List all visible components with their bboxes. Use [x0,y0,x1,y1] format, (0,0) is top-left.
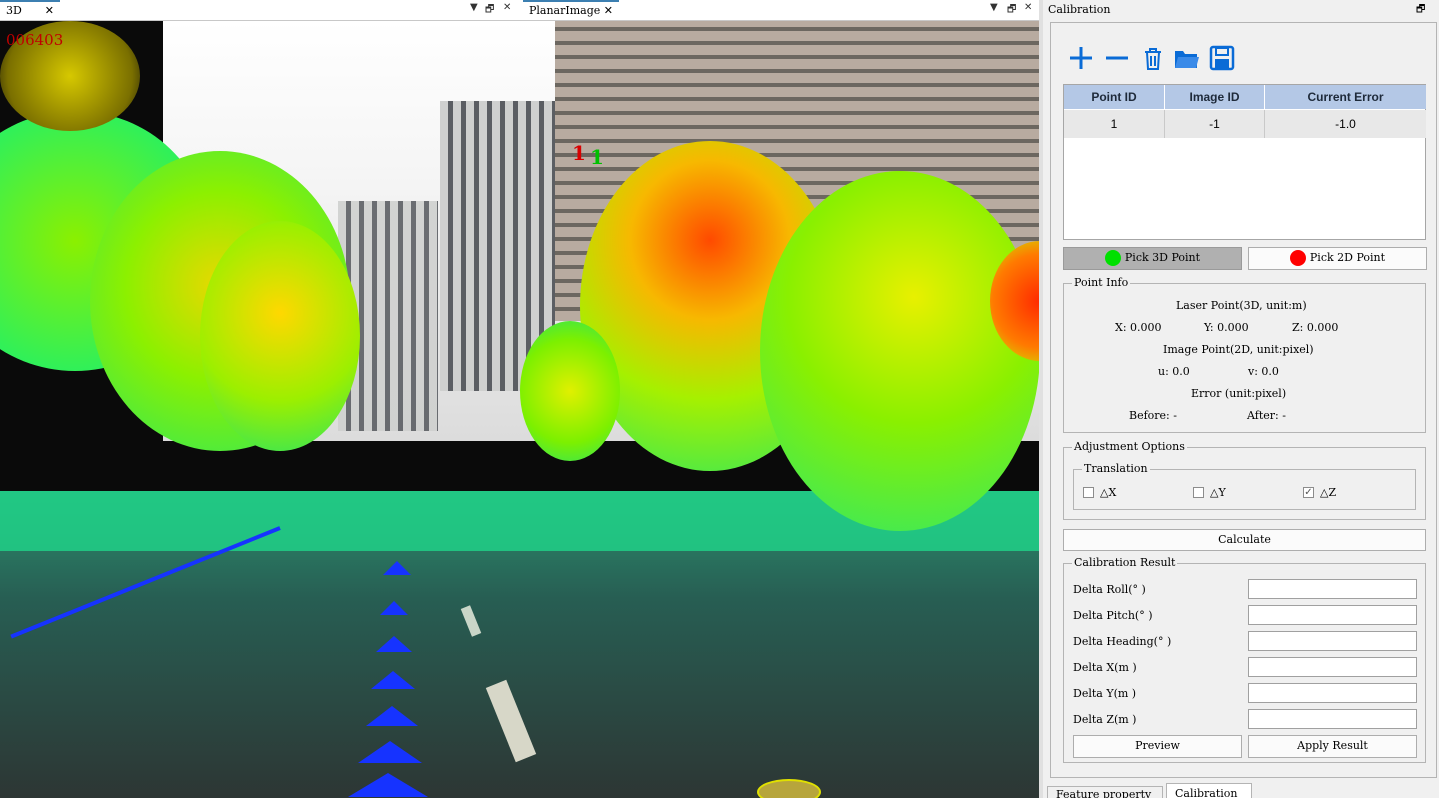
picked-marker-2d[interactable]: 1 [572,141,586,165]
tab-planar-label: PlanarImage [529,4,601,17]
tab-3d-label: 3D [6,4,22,17]
laser-z-value: Z: 0.000 [1292,321,1339,334]
delta-heading-label: Delta Heading(° ) [1073,635,1172,648]
table-cell[interactable]: 1 [1064,110,1165,138]
delta-roll-field[interactable] [1248,579,1417,599]
calibration-result-title: Calibration Result [1072,556,1178,570]
trajectory-marker [366,706,418,726]
tab-calibration[interactable]: Calibration [1166,783,1252,798]
image-point-title: Image Point(2D, unit:pixel) [1163,343,1314,356]
tree-cloud [760,171,1039,531]
trajectory-marker [348,773,428,797]
trajectory-marker [358,741,422,763]
tree-cloud [520,321,620,461]
point-table[interactable]: Point ID Image ID Current Error 1 -1 -1.… [1063,84,1426,240]
point-cloud-view[interactable]: 006403 1 1 [0,21,1039,798]
delta-x-result-label: Delta X(m ) [1073,661,1137,674]
tab-3d[interactable]: 3D ✕ [0,0,60,19]
pick-2d-label: Pick 2D Point [1309,251,1386,264]
red-dot-icon [1289,250,1306,266]
laser-point-title: Laser Point(3D, unit:m) [1176,299,1307,312]
table-cell[interactable]: -1.0 [1265,110,1426,138]
delta-z-field[interactable] [1248,709,1417,729]
trash-icon[interactable] [1139,44,1167,72]
translation-title: Translation [1082,462,1150,476]
laser-y-value: Y: 0.000 [1204,321,1249,334]
delta-y-field[interactable] [1248,683,1417,703]
delta-roll-label: Delta Roll(° ) [1073,583,1146,596]
adjustment-options-title: Adjustment Options [1072,440,1187,454]
picked-marker-3d[interactable]: 1 [590,145,604,169]
col-header-image-id[interactable]: Image ID [1165,85,1265,109]
add-icon[interactable] [1067,44,1095,72]
pick-3d-label: Pick 3D Point [1124,251,1201,264]
close-icon[interactable]: ✕ [1024,2,1032,13]
tree-cloud [200,221,360,451]
chevron-down-icon[interactable]: ▼ [470,2,478,13]
delta-x-checkbox[interactable] [1083,487,1094,498]
col-header-point-id[interactable]: Point ID [1064,85,1165,109]
trajectory-marker [371,671,415,689]
folder-open-icon[interactable] [1173,44,1201,72]
delta-z-checkbox[interactable]: ✓ [1303,487,1314,498]
chevron-down-icon[interactable]: ▼ [990,2,998,13]
save-icon[interactable] [1208,44,1236,72]
frame-counter: 006403 [6,31,64,49]
close-icon[interactable]: ✕ [503,2,511,13]
float-window-icon[interactable]: 🗗 [1416,2,1425,19]
delta-x-label: △X [1100,486,1117,499]
trajectory-marker [380,601,408,615]
pick-3d-point-button[interactable]: Pick 3D Point [1063,247,1242,270]
close-icon[interactable]: ✕ [604,2,613,19]
apply-result-button[interactable]: Apply Result [1248,735,1417,758]
trajectory-marker [376,636,412,652]
laser-x-value: X: 0.000 [1115,321,1162,334]
image-u-value: u: 0.0 [1158,365,1190,378]
delta-x-field[interactable] [1248,657,1417,677]
pick-2d-point-button[interactable]: Pick 2D Point [1248,247,1427,270]
delta-z-label: △Z [1320,486,1337,499]
trajectory-marker [383,561,411,575]
image-v-value: v: 0.0 [1248,365,1279,378]
tab-planar-image[interactable]: PlanarImage ✕ [523,0,619,19]
delta-pitch-label: Delta Pitch(° ) [1073,609,1153,622]
tab-feature-property[interactable]: Feature property [1047,786,1163,798]
point-info-title: Point Info [1072,276,1131,290]
green-dot-icon [1104,250,1121,266]
table-cell[interactable]: -1 [1165,110,1265,138]
delta-pitch-field[interactable] [1248,605,1417,625]
preview-button[interactable]: Preview [1073,735,1242,758]
float-window-icon[interactable]: 🗗 [1007,2,1016,19]
error-after: After: - [1247,409,1286,422]
col-header-current-error[interactable]: Current Error [1265,85,1426,109]
calculate-button[interactable]: Calculate [1063,529,1426,551]
view-tab-bar [0,0,1039,21]
error-title: Error (unit:pixel) [1191,387,1287,400]
remove-icon[interactable] [1103,44,1131,72]
tab-feature-label: Feature property [1056,788,1152,798]
delta-y-result-label: Delta Y(m ) [1073,687,1137,700]
delta-y-checkbox[interactable] [1193,487,1204,498]
tab-calibration-label: Calibration [1175,787,1238,798]
delta-y-label: △Y [1210,486,1226,499]
close-icon[interactable]: ✕ [45,2,54,19]
ground-ellipse [757,779,821,798]
delta-heading-field[interactable] [1248,631,1417,651]
delta-z-result-label: Delta Z(m ) [1073,713,1137,726]
error-before: Before: - [1129,409,1177,422]
panel-title: Calibration [1048,3,1111,16]
translation-group: Translation [1073,462,1416,510]
float-window-icon[interactable]: 🗗 [485,2,494,19]
